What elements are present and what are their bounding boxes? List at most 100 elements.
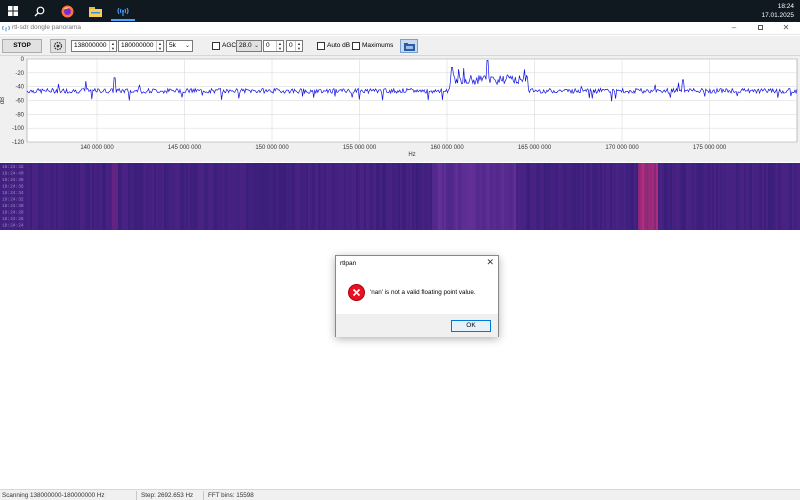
snapshot-button[interactable] — [400, 39, 418, 53]
waterfall-column — [112, 163, 114, 230]
start-frequency-input[interactable]: 138000000 ▲ ▼ — [71, 40, 117, 52]
ok-button[interactable]: OK — [451, 320, 491, 332]
waterfall-column — [420, 163, 422, 230]
minimize-button[interactable]: – — [722, 22, 746, 35]
waterfall-column — [266, 163, 268, 230]
waterfall-column — [670, 163, 672, 230]
waterfall-column — [706, 163, 708, 230]
waterfall-column — [200, 163, 202, 230]
waterfall-column — [388, 163, 390, 230]
waterfall-column — [444, 163, 446, 230]
waterfall-column — [736, 163, 738, 230]
waterfall-column — [636, 163, 638, 230]
waterfall-column — [122, 163, 124, 230]
waterfall-column — [476, 163, 478, 230]
waterfall-column — [392, 163, 394, 230]
waterfall-column — [244, 163, 246, 230]
waterfall-column — [212, 163, 214, 230]
spectrum-chart[interactable]: 0 -20 -40 -60 -80 -100 -120 140 000 000 145 000 … — [0, 56, 800, 162]
waterfall-column — [384, 163, 386, 230]
waterfall-column — [694, 163, 696, 230]
end-frequency-input[interactable]: 180000000 ▲ ▼ — [118, 40, 164, 52]
waterfall-column — [156, 163, 158, 230]
waterfall-column — [490, 163, 492, 230]
waterfall-column — [24, 163, 26, 230]
waterfall-column — [170, 163, 172, 230]
waterfall-column — [666, 163, 668, 230]
waterfall-column — [428, 163, 430, 230]
waterfall-column — [756, 163, 758, 230]
waterfall-column — [216, 163, 218, 230]
waterfall-column — [618, 163, 620, 230]
waterfall-column — [674, 163, 676, 230]
waterfall-column — [32, 163, 34, 230]
waterfall-column — [278, 163, 280, 230]
waterfall-column — [110, 163, 112, 230]
waterfall-column — [318, 163, 320, 230]
waterfall-column — [286, 163, 288, 230]
waterfall-column — [684, 163, 686, 230]
agc-checkbox[interactable] — [212, 42, 220, 50]
waterfall-column — [62, 163, 64, 230]
waterfall-column — [360, 163, 362, 230]
waterfall-column — [268, 163, 270, 230]
waterfall-column — [432, 163, 434, 230]
waterfall-column — [454, 163, 456, 230]
waterfall-column — [488, 163, 490, 230]
dialog-close-button[interactable]: ✕ — [486, 257, 494, 268]
spin-arrows-icon[interactable]: ▲ ▼ — [156, 41, 163, 51]
waterfall-column — [506, 163, 508, 230]
agc-gain-select[interactable]: 28.0 ⌄ — [236, 40, 262, 52]
waterfall-column — [688, 163, 690, 230]
x-tick-label: 165 000 000 — [518, 145, 552, 151]
waterfall-column — [532, 163, 534, 230]
waterfall-column — [502, 163, 504, 230]
waterfall-column — [538, 163, 540, 230]
waterfall-column — [54, 163, 56, 230]
waterfall-column — [596, 163, 598, 230]
waterfall-column — [152, 163, 154, 230]
spin-arrows-icon[interactable]: ▲ ▼ — [276, 41, 283, 51]
close-button[interactable]: ✕ — [774, 22, 798, 35]
x-tick-label: 175 000 000 — [693, 145, 727, 151]
waterfall-column — [40, 163, 42, 230]
waterfall-column — [782, 163, 784, 230]
waterfall-column — [784, 163, 786, 230]
stop-button[interactable]: STOP — [2, 39, 42, 53]
waterfall-column — [374, 163, 376, 230]
waterfall-column — [76, 163, 78, 230]
auto-db-checkbox[interactable] — [317, 42, 325, 50]
waterfall-column — [210, 163, 212, 230]
waterfall-column — [716, 163, 718, 230]
waterfall-display[interactable]: 18:24:4218:24:4018:24:3818:24:3618:24:34… — [0, 163, 800, 230]
spin-arrows-icon[interactable]: ▲ ▼ — [109, 41, 116, 51]
waterfall-column — [206, 163, 208, 230]
waterfall-column — [252, 163, 254, 230]
rtlsdr-app-icon[interactable] — [114, 2, 132, 20]
window-title: rtl-sdr dongle panorama — [12, 24, 82, 31]
search-icon[interactable] — [30, 2, 48, 20]
waterfall-column — [760, 163, 762, 230]
system-clock[interactable]: 18:24 17.01.2025 — [761, 2, 794, 20]
waterfall-column — [668, 163, 670, 230]
waterfall-column — [172, 163, 174, 230]
waterfall-column — [232, 163, 234, 230]
waterfall-column — [566, 163, 568, 230]
windows-start-icon[interactable] — [4, 2, 22, 20]
spin-arrows-icon[interactable]: ▲ ▼ — [295, 41, 302, 51]
step-select[interactable]: 5k ⌄ — [166, 40, 193, 52]
waterfall-column — [106, 163, 108, 230]
settings-button[interactable] — [50, 39, 66, 53]
file-explorer-icon[interactable] — [86, 2, 104, 20]
maximize-button[interactable] — [748, 22, 772, 35]
waterfall-column — [394, 163, 396, 230]
step-status: Step: 2692.653 Hz — [141, 492, 194, 499]
ppm-spinbox[interactable]: 0 ▲ ▼ — [286, 40, 303, 52]
maximums-checkbox[interactable] — [352, 42, 360, 50]
waterfall-column — [378, 163, 380, 230]
active-app-indicator — [111, 19, 135, 21]
offset-spinbox[interactable]: 0 ▲ ▼ — [263, 40, 284, 52]
waterfall-column — [264, 163, 266, 230]
firefox-icon[interactable] — [58, 2, 76, 20]
waterfall-column — [522, 163, 524, 230]
